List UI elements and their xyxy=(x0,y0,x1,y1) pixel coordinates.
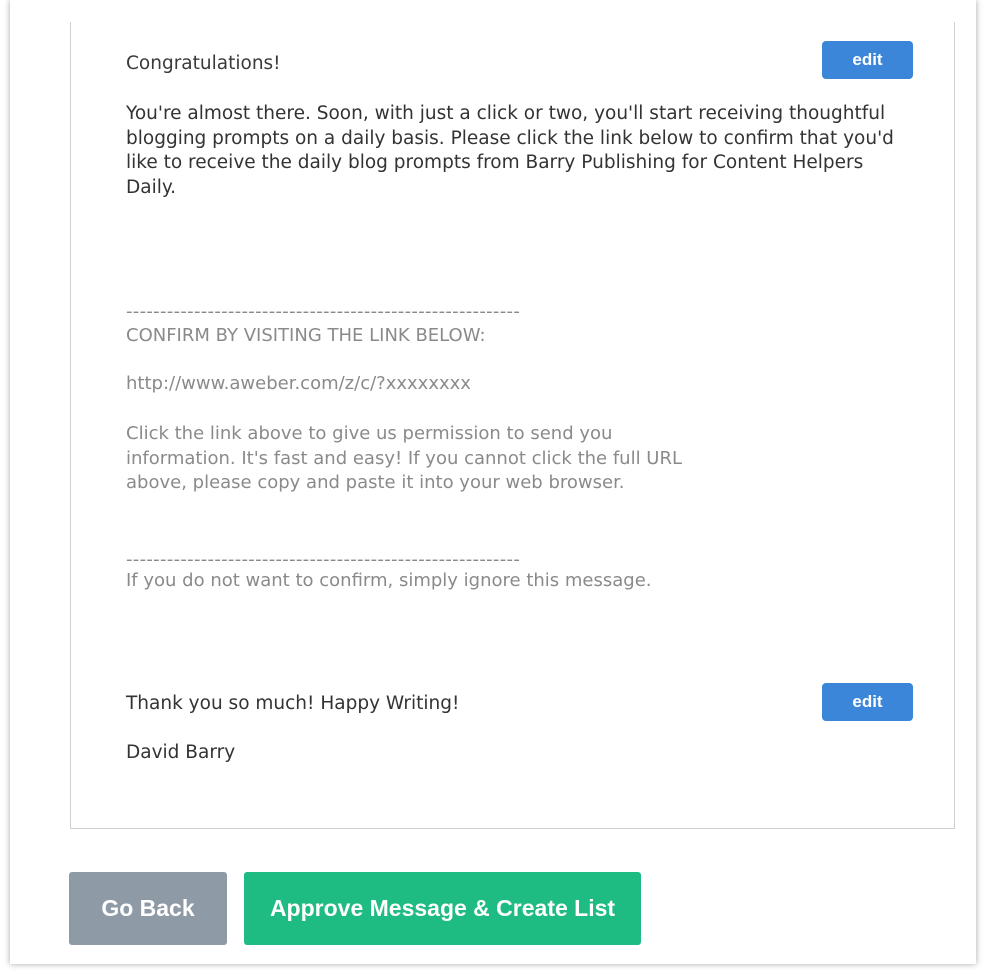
ignore-note: If you do not want to confirm, simply ig… xyxy=(126,570,652,591)
message-preview: edit Congratulations! You're almost ther… xyxy=(70,22,955,829)
edit-intro-button[interactable]: edit xyxy=(822,41,913,79)
go-back-button[interactable]: Go Back xyxy=(69,872,227,945)
approve-message-button[interactable]: Approve Message & Create List xyxy=(244,872,641,945)
confirm-link: http://www.aweber.com/z/c/?xxxxxxxx xyxy=(126,373,471,394)
confirm-instructions: Click the link above to give us permissi… xyxy=(126,423,683,493)
message-signature: David Barry xyxy=(126,742,236,763)
edit-closing-button[interactable]: edit xyxy=(822,683,913,721)
message-intro: You're almost there. Soon, with just a c… xyxy=(126,103,894,198)
divider: ----------------------------------------… xyxy=(126,301,521,322)
confirmation-message-editor: edit Congratulations! You're almost ther… xyxy=(10,0,976,964)
confirm-heading: CONFIRM BY VISITING THE LINK BELOW: xyxy=(126,325,486,346)
message-greeting: Congratulations! xyxy=(126,53,281,74)
message-closing: Thank you so much! Happy Writing! xyxy=(126,693,460,714)
